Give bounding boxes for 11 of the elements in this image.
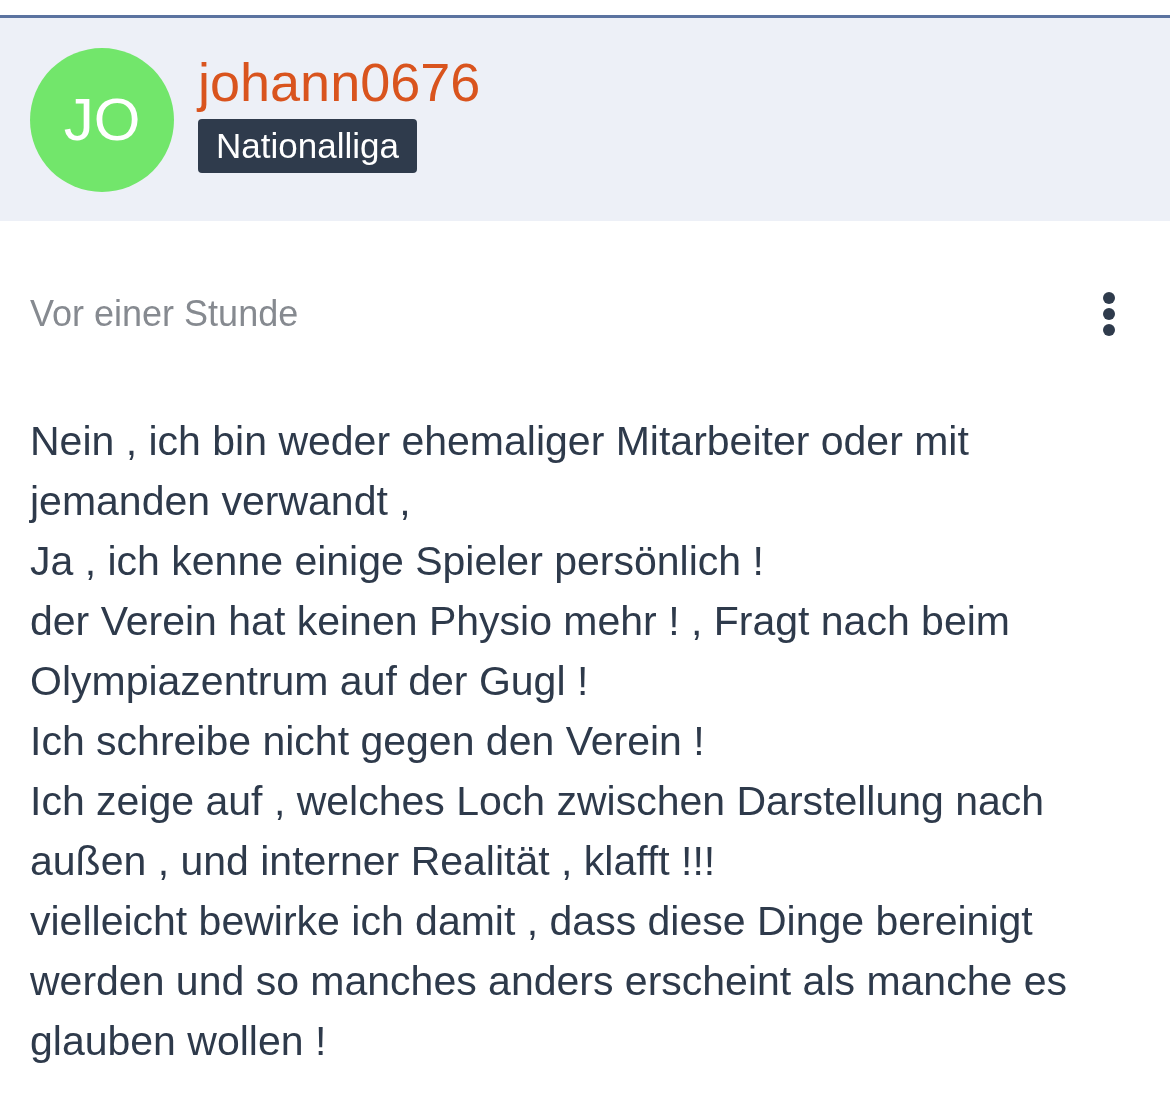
post-time: Vor einer Stunde bbox=[30, 292, 299, 336]
avatar: JO bbox=[30, 48, 174, 192]
post-text-line: Nein , ich bin weder ehemaliger Mitarbeiter oder mit jemanden verwandt , bbox=[30, 417, 970, 526]
post-text-line: der Verein hat keinen Physio mehr ! , Fragt nach beim Olympiazentrum auf der Gugl ! bbox=[30, 597, 1011, 706]
post-text-line: Ja , ich kenne einige Spieler persönlich ! bbox=[30, 537, 765, 586]
rank-label: Nationalliga bbox=[198, 118, 417, 174]
more-options-icon[interactable] bbox=[1102, 292, 1116, 336]
username[interactable]: johann0676 bbox=[198, 54, 481, 111]
post-text-line: Ich zeige auf , welches Loch zwischen Darstellung nach außen , und interner Realität , klafft !!! bbox=[30, 777, 1046, 886]
post-text-line: Ich schreibe nicht gegen den Verein ! bbox=[30, 717, 706, 766]
post-text-line: vielleicht bewirke ich damit , dass diese Dinge bereinigt werden und so manches anders erscheint als manche es glauben wollen ! bbox=[30, 897, 1068, 1066]
